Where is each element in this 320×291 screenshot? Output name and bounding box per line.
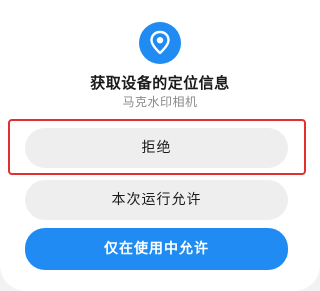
allow-once-button[interactable]: 本次运行允许 (25, 180, 288, 220)
deny-button[interactable]: 拒绝 (25, 128, 288, 168)
permission-dialog: 获取设备的定位信息 马克水印相机 拒绝 本次运行允许 仅在使用中允许 (0, 0, 320, 291)
allow-while-using-button[interactable]: 仅在使用中允许 (25, 228, 288, 270)
location-pin-icon (150, 30, 170, 55)
app-name: 马克水印相机 (122, 95, 198, 109)
location-permission-icon (139, 22, 181, 64)
dialog-title: 获取设备的定位信息 (90, 74, 230, 92)
